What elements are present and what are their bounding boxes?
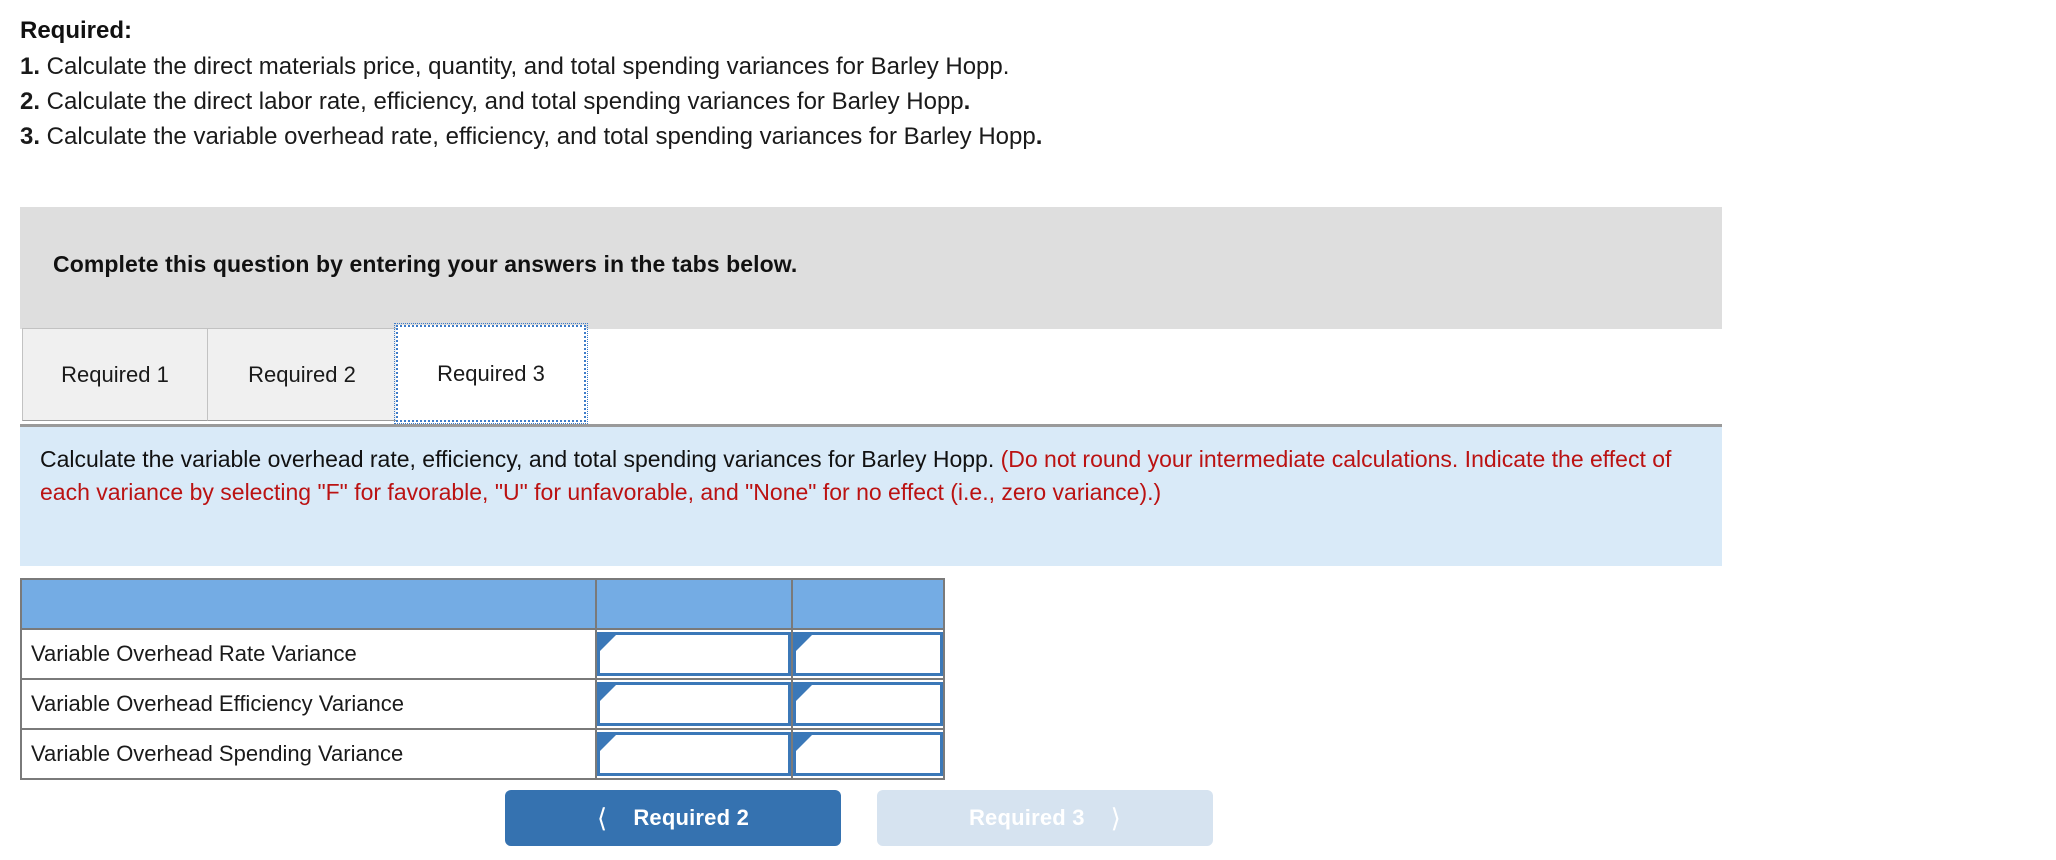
efficiency-variance-amount-input[interactable]	[597, 682, 791, 726]
efficiency-variance-effect-input[interactable]	[793, 682, 943, 726]
effect-input-cell[interactable]	[791, 678, 945, 730]
spending-variance-amount-input[interactable]	[597, 732, 791, 776]
required-item-tail: .	[1035, 123, 1043, 150]
required-item-number: 3.	[20, 123, 41, 150]
row-label: Variable Overhead Efficiency Variance	[20, 678, 597, 730]
tab-label: Required 2	[248, 361, 356, 387]
question-page: Required: 1. Calculate the direct materi…	[0, 0, 2056, 860]
navigation-row: ⟨ Required 2 Required 3 ⟩	[0, 790, 2056, 852]
question-prompt-panel: Calculate the variable overhead rate, ef…	[20, 424, 1722, 566]
row-label: Variable Overhead Rate Variance	[20, 628, 597, 680]
required-heading: Required:	[20, 17, 133, 44]
tab-required-1[interactable]: Required 1	[22, 328, 208, 421]
next-required-button[interactable]: Required 3 ⟩	[877, 790, 1213, 846]
required-block: Required: 1. Calculate the direct materi…	[20, 14, 1720, 154]
rate-variance-effect-input[interactable]	[793, 632, 943, 676]
amount-input-cell[interactable]	[595, 728, 793, 780]
required-item-tail: .	[963, 88, 971, 115]
amount-input-cell[interactable]	[595, 628, 793, 680]
table-row: Variable Overhead Rate Variance	[20, 628, 945, 680]
tab-required-3[interactable]: Required 3	[394, 323, 588, 424]
tab-strip: Required 1 Required 2 Required 3	[22, 323, 588, 424]
table-header-row	[20, 578, 945, 630]
required-item-number: 1.	[20, 53, 41, 80]
required-item-text: Calculate the direct materials price, qu…	[40, 53, 1010, 80]
instruction-bar: Complete this question by entering your …	[20, 207, 1722, 329]
spending-variance-effect-input[interactable]	[793, 732, 943, 776]
instruction-bar-text: Complete this question by entering your …	[53, 251, 798, 277]
required-item: 1. Calculate the direct materials price,…	[20, 49, 1720, 84]
variance-answer-table: Variable Overhead Rate Variance Variable…	[20, 578, 945, 780]
tab-label: Required 3	[437, 360, 545, 386]
prompt-black-text: Calculate the variable overhead rate, ef…	[40, 446, 1001, 472]
table-header-cell-amount	[595, 578, 793, 630]
table-header-cell-effect	[791, 578, 945, 630]
question-prompt-text: Calculate the variable overhead rate, ef…	[40, 443, 1690, 509]
required-item: 2. Calculate the direct labor rate, effi…	[20, 84, 1720, 119]
chevron-right-icon: ⟩	[1110, 803, 1122, 833]
required-item: 3. Calculate the variable overhead rate,…	[20, 119, 1720, 154]
effect-input-cell[interactable]	[791, 628, 945, 680]
amount-input-cell[interactable]	[595, 678, 793, 730]
rate-variance-amount-input[interactable]	[597, 632, 791, 676]
tab-label: Required 1	[61, 361, 169, 387]
previous-required-button[interactable]: ⟨ Required 2	[505, 790, 841, 846]
table-row: Variable Overhead Spending Variance	[20, 728, 945, 780]
required-item-text: Calculate the variable overhead rate, ef…	[40, 123, 1036, 150]
effect-input-cell[interactable]	[791, 728, 945, 780]
table-header-cell-label	[20, 578, 597, 630]
required-item-number: 2.	[20, 88, 41, 115]
table-row: Variable Overhead Efficiency Variance	[20, 678, 945, 730]
required-item-text: Calculate the direct labor rate, efficie…	[40, 88, 964, 115]
tab-required-2[interactable]: Required 2	[207, 328, 397, 421]
previous-required-label: Required 2	[633, 805, 750, 830]
row-label: Variable Overhead Spending Variance	[20, 728, 597, 780]
next-required-label: Required 3	[968, 805, 1085, 830]
chevron-left-icon: ⟨	[596, 803, 608, 833]
